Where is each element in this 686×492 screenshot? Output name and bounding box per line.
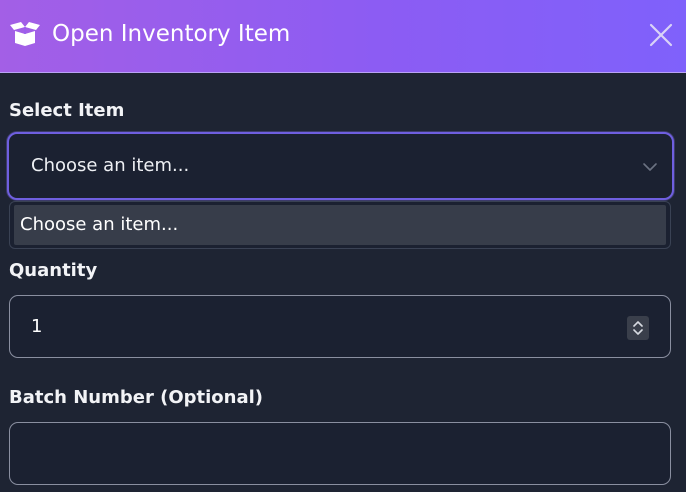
batch-number-label: Batch Number (Optional) bbox=[9, 387, 264, 408]
dialog-title: Open Inventory Item bbox=[52, 21, 291, 47]
chevron-down-icon bbox=[643, 163, 657, 171]
open-box-icon bbox=[10, 22, 40, 46]
select-item-dropdown[interactable]: Choose an item... bbox=[7, 132, 674, 200]
number-stepper-icon[interactable] bbox=[627, 316, 649, 340]
select-option-label: Choose an item... bbox=[20, 214, 179, 235]
close-icon[interactable] bbox=[646, 20, 676, 50]
quantity-input[interactable]: 1 bbox=[9, 295, 671, 358]
select-item-options-list: Choose an item... bbox=[9, 201, 671, 249]
select-item-value: Choose an item... bbox=[31, 155, 190, 176]
dialog-header: Open Inventory Item bbox=[0, 0, 686, 73]
open-inventory-item-dialog: Open Inventory Item Select Item Choose a… bbox=[0, 0, 686, 492]
select-item-label: Select Item bbox=[9, 100, 125, 121]
quantity-value: 1 bbox=[31, 316, 43, 337]
quantity-label: Quantity bbox=[9, 260, 98, 281]
batch-number-input[interactable] bbox=[9, 422, 671, 485]
select-option-choose-item[interactable]: Choose an item... bbox=[14, 205, 666, 245]
